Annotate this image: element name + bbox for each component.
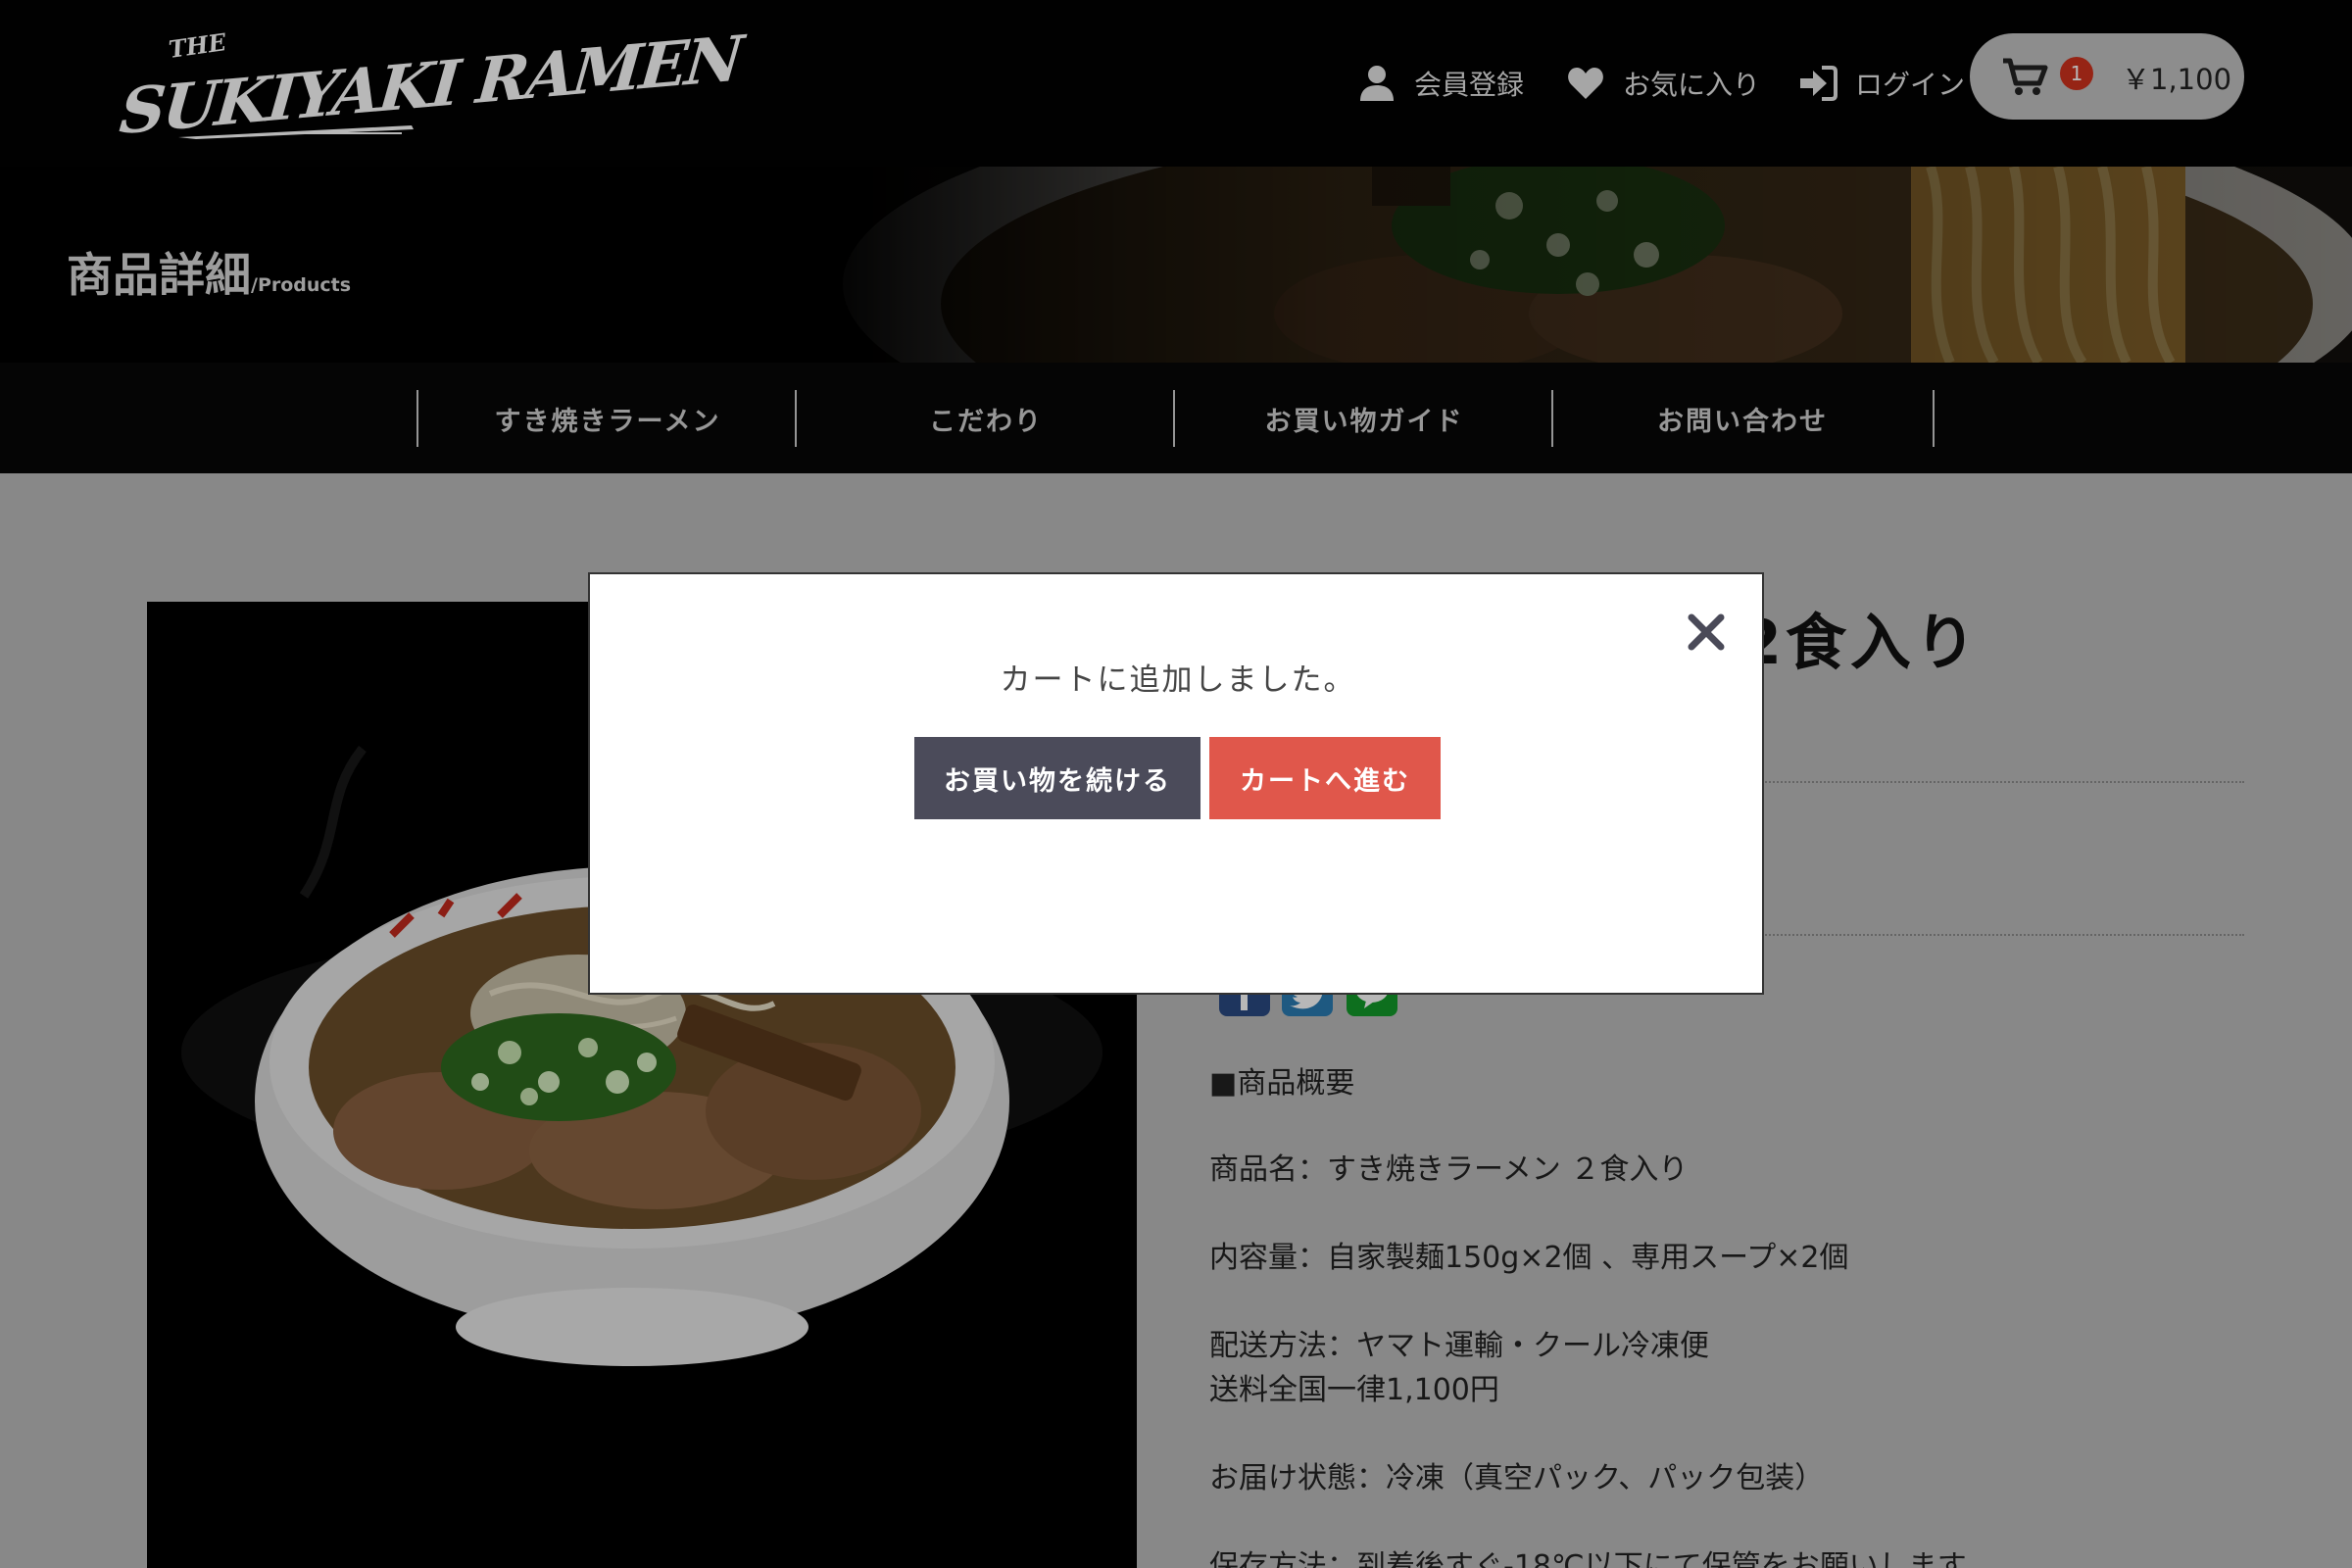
- close-icon: [1688, 613, 1725, 651]
- added-to-cart-modal: カートに追加しました。 お買い物を続ける カートへ進む: [588, 572, 1764, 995]
- go-to-cart-button[interactable]: カートへ進む: [1209, 737, 1441, 819]
- modal-close-button[interactable]: [1682, 608, 1731, 657]
- continue-shopping-button[interactable]: お買い物を続ける: [914, 737, 1200, 819]
- modal-message: カートに追加しました。: [1000, 662, 1356, 698]
